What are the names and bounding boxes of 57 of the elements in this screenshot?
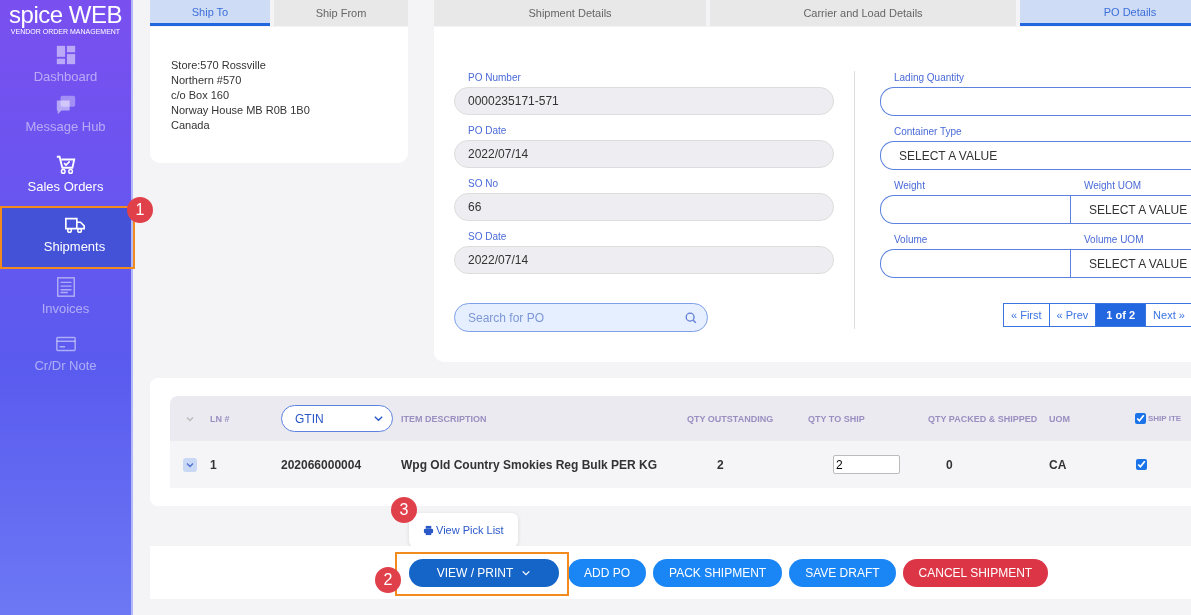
quantity-field[interactable]: 2 [833, 455, 900, 475]
select-field[interactable]: SELECT A VALUE [1070, 195, 1191, 224]
field-label: PO Date [467, 124, 508, 138]
action-button[interactable]: SAVE DRAFT [789, 558, 896, 587]
tab[interactable]: Ship From [274, 0, 408, 26]
page-button[interactable]: « First [1003, 303, 1050, 327]
action-button[interactable]: ADD PO [568, 558, 646, 587]
field-label: Lading Quantity [893, 71, 966, 85]
column-header: QTY TO SHIP [808, 413, 866, 424]
table-cell-text: CA [1049, 457, 1068, 472]
column-header: UOM [1049, 413, 1071, 424]
address-line: Canada [171, 118, 211, 133]
action-button[interactable]: PACK SHIPMENT [653, 558, 783, 587]
page-button[interactable]: 1 of 2 [1095, 303, 1147, 327]
field-label: Volume UOM [1083, 233, 1145, 247]
search-field[interactable]: Search for PO [454, 303, 708, 332]
page-button[interactable]: Next » [1145, 303, 1191, 327]
address-line: c/o Box 160 [171, 88, 231, 103]
cancel-button[interactable]: CANCEL SHIPMENT [902, 558, 1049, 587]
select-field[interactable]: SELECT A VALUE [1070, 249, 1191, 278]
field-label: Weight [893, 179, 926, 193]
tab[interactable]: Carrier and Load Details [710, 0, 1016, 26]
field-label: SO Date [467, 230, 508, 244]
field-label: SO No [467, 177, 499, 191]
column-header: SHIP ITE [1148, 414, 1182, 423]
field-label: Volume [893, 233, 929, 247]
tab[interactable]: PO Details [1020, 0, 1191, 26]
column-dropdown[interactable]: GTIN [281, 405, 393, 432]
input-field[interactable]: 0000235171-571 [454, 87, 834, 115]
table-cell-text: 2 [716, 457, 725, 472]
table-cell-text: 202066000004 [281, 457, 363, 472]
field-label: Weight UOM [1083, 179, 1143, 193]
select-field[interactable]: SELECT A VALUE [880, 141, 1191, 170]
column-header: QTY PACKED & SHIPPED [928, 413, 1039, 424]
field-label: Container Type [893, 125, 963, 139]
table-cell-text: 1 [210, 457, 218, 472]
sidebar-item[interactable]: Shipments [0, 207, 131, 267]
column-header: QTY OUTSTANDING [687, 413, 775, 424]
menu-item[interactable]: View Pick List [423, 524, 504, 536]
address-line: Store:570 Rossville [171, 58, 267, 73]
page-button[interactable]: « Prev [1048, 303, 1097, 327]
tab[interactable]: Shipment Details [434, 0, 706, 26]
sidebar-item[interactable]: Sales Orders [0, 140, 131, 200]
table-cell-text: 0 [945, 457, 954, 472]
input-field[interactable]: 2022/07/14 [454, 246, 834, 274]
column-header: LN # [210, 413, 231, 424]
input-field[interactable]: 66 [454, 193, 834, 221]
address-line: Northern #570 [171, 73, 243, 88]
column-header: ITEM DESCRIPTION [401, 413, 488, 424]
step-badge: 1 [127, 197, 153, 223]
tab[interactable]: Ship To [150, 0, 270, 26]
input-field[interactable]: 2022/07/14 [454, 140, 834, 168]
logo-wordmark: spice WEB [9, 2, 122, 28]
table-cell-text: Wpg Old Country Smokies Reg Bulk PER KG [401, 457, 659, 472]
dropdown-button[interactable]: VIEW / PRINT [409, 558, 559, 587]
field-label: PO Number [467, 71, 522, 85]
address-line: Norway House MB R0B 1B0 [171, 103, 311, 118]
